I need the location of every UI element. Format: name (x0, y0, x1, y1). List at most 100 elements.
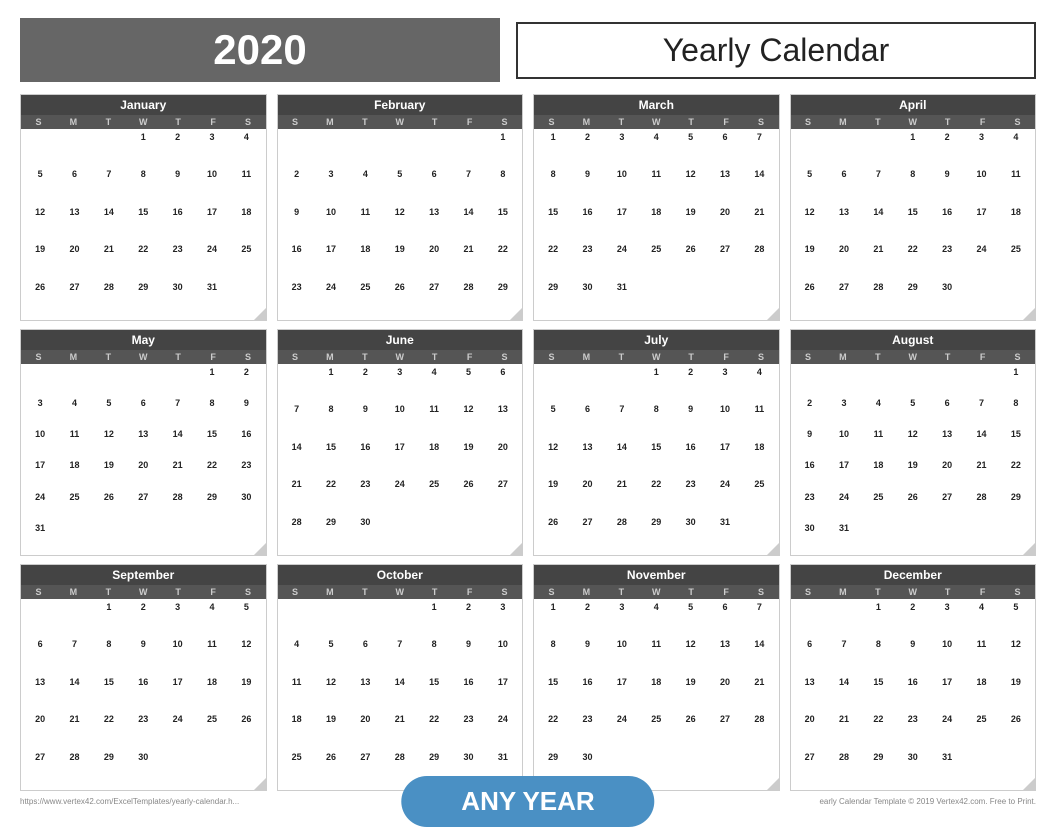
day-header-label: S (231, 115, 266, 129)
day-cell: 23 (896, 713, 930, 751)
day-cell: 14 (742, 168, 776, 206)
day-cell: 4 (861, 396, 895, 427)
day-header-label: S (1000, 350, 1035, 364)
month-block-november: NovemberSMTWTFS1234567891011121314151617… (533, 564, 780, 791)
day-cell: 10 (160, 638, 194, 676)
day-cell (964, 365, 998, 396)
day-cell: 9 (896, 638, 930, 676)
day-cell: 19 (536, 478, 570, 516)
day-cell (417, 130, 451, 168)
day-cell: 25 (229, 243, 263, 281)
month-name: October (278, 565, 523, 585)
day-cell (896, 365, 930, 396)
day-cell (314, 130, 348, 168)
day-cell: 14 (57, 675, 91, 713)
day-cell: 12 (793, 205, 827, 243)
day-cell: 14 (861, 205, 895, 243)
day-header-label: T (91, 350, 126, 364)
day-cell: 13 (486, 403, 520, 441)
day-cell (57, 365, 91, 396)
day-cell: 23 (126, 713, 160, 751)
day-header-label: S (791, 115, 826, 129)
day-cell: 17 (708, 440, 742, 478)
day-cell: 17 (314, 243, 348, 281)
day-cell: 4 (742, 365, 776, 403)
day-cell: 24 (605, 243, 639, 281)
day-cell: 18 (195, 675, 229, 713)
day-cell: 3 (708, 365, 742, 403)
day-cell: 19 (229, 675, 263, 713)
day-cell (23, 365, 57, 396)
day-cell (280, 130, 314, 168)
day-header-label: W (895, 350, 930, 364)
day-cell: 18 (229, 205, 263, 243)
day-cell: 21 (742, 205, 776, 243)
day-cell: 29 (126, 280, 160, 318)
month-block-september: SeptemberSMTWTFS123456789101112131415161… (20, 564, 267, 791)
day-cell: 27 (348, 750, 382, 788)
day-cell: 24 (605, 713, 639, 751)
day-header-label: T (347, 350, 382, 364)
day-cell: 5 (896, 396, 930, 427)
day-cell: 29 (999, 490, 1033, 521)
day-cell: 30 (126, 750, 160, 788)
days-grid: 1234567891011121314151617181920212223242… (278, 129, 523, 320)
day-cell: 22 (999, 459, 1033, 490)
day-header-label: S (791, 350, 826, 364)
day-cell: 27 (827, 280, 861, 318)
day-cell: 5 (92, 396, 126, 427)
day-cell: 2 (126, 600, 160, 638)
day-cell: 29 (92, 750, 126, 788)
day-headers: SMTWTFS (278, 350, 523, 364)
day-cell: 11 (195, 638, 229, 676)
day-cell: 7 (160, 396, 194, 427)
day-cell: 26 (793, 280, 827, 318)
day-cell: 4 (639, 130, 673, 168)
day-cell (930, 365, 964, 396)
day-cell: 27 (930, 490, 964, 521)
day-header-label: S (744, 350, 779, 364)
day-cell: 22 (126, 243, 160, 281)
day-cell: 8 (536, 638, 570, 676)
day-cell (964, 750, 998, 788)
days-grid: 1234567891011121314151617181920212223242… (534, 599, 779, 790)
day-cell: 6 (708, 600, 742, 638)
day-cell: 23 (160, 243, 194, 281)
day-cell: 20 (708, 205, 742, 243)
days-grid: 1234567891011121314151617181920212223242… (534, 129, 779, 320)
day-cell: 30 (570, 280, 604, 318)
day-headers: SMTWTFS (791, 115, 1036, 129)
day-cell (742, 750, 776, 788)
day-cell: 28 (605, 515, 639, 553)
day-cell: 11 (417, 403, 451, 441)
day-cell (673, 280, 707, 318)
day-cell: 26 (673, 243, 707, 281)
day-cell: 31 (605, 280, 639, 318)
day-cell: 20 (417, 243, 451, 281)
month-name: June (278, 330, 523, 350)
day-cell (570, 365, 604, 403)
any-year-button[interactable]: ANY YEAR (401, 776, 654, 827)
day-cell: 5 (383, 168, 417, 206)
day-cell: 18 (417, 440, 451, 478)
day-cell: 25 (964, 713, 998, 751)
days-grid: 1234567891011121314151617181920212223242… (278, 364, 523, 555)
day-cell: 30 (160, 280, 194, 318)
month-block-may: MaySMTWTFS123456789101112131415161718192… (20, 329, 267, 556)
day-cell: 16 (793, 459, 827, 490)
day-cell (229, 750, 263, 788)
day-cell (229, 522, 263, 553)
day-cell: 18 (57, 459, 91, 490)
day-cell: 25 (639, 713, 673, 751)
day-cell: 14 (383, 675, 417, 713)
day-cell: 2 (930, 130, 964, 168)
day-cell: 1 (896, 130, 930, 168)
day-cell: 11 (999, 168, 1033, 206)
day-cell: 2 (673, 365, 707, 403)
day-cell: 5 (23, 168, 57, 206)
day-header-label: S (487, 350, 522, 364)
day-cell: 15 (861, 675, 895, 713)
day-cell: 20 (57, 243, 91, 281)
day-headers: SMTWTFS (21, 585, 266, 599)
day-header-label: F (965, 585, 1000, 599)
